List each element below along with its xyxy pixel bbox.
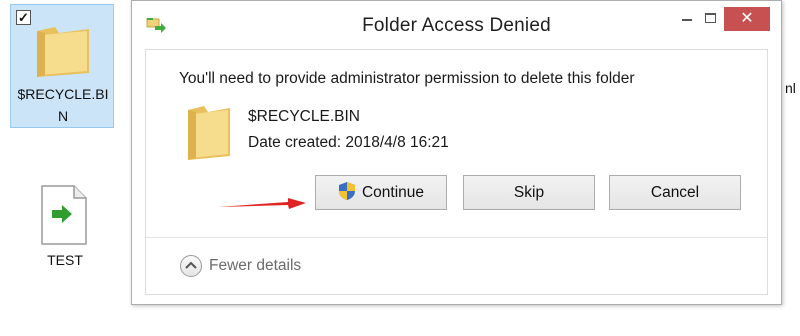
dialog-content: You'll need to provide administrator per… (145, 49, 768, 295)
file-icon (41, 185, 87, 245)
partial-desktop-label: nl (785, 80, 796, 96)
minimize-icon (682, 19, 692, 21)
close-button[interactable]: ✕ (724, 7, 770, 31)
minimize-button[interactable] (672, 7, 702, 29)
desktop-item-label: TEST (47, 252, 83, 268)
maximize-icon (705, 13, 716, 23)
fewer-details-toggle[interactable]: Fewer details (180, 255, 301, 277)
continue-label: Continue (361, 184, 425, 201)
desktop-item-test[interactable]: TEST (22, 180, 108, 280)
dialog-titlebar[interactable]: Folder Access Denied ✕ (132, 1, 781, 49)
close-icon: ✕ (740, 10, 754, 27)
item-date-created: Date created: 2018/4/8 16:21 (248, 134, 449, 151)
arrow-icon (218, 198, 306, 209)
cancel-label: Cancel (650, 184, 700, 201)
folder-icon (37, 27, 89, 77)
desktop-item-label: $RECYCLE.BIN (17, 86, 109, 124)
cancel-button[interactable]: Cancel (609, 175, 741, 210)
folder-icon (188, 106, 230, 160)
checkbox-icon[interactable]: ✓ (16, 10, 31, 25)
item-name: $RECYCLE.BIN (248, 108, 360, 125)
fewer-details-label: Fewer details (209, 257, 302, 275)
chevron-up-icon (180, 255, 202, 277)
divider (146, 237, 767, 238)
maximize-button[interactable] (700, 7, 724, 29)
desktop-item-recycle-bin[interactable]: ✓ $RECYCLE.BIN (10, 4, 114, 128)
shield-icon (338, 182, 355, 201)
skip-button[interactable]: Skip (463, 175, 595, 210)
permission-message: You'll need to provide administrator per… (179, 70, 635, 87)
continue-button[interactable]: Continue (315, 175, 447, 210)
skip-label: Skip (513, 184, 545, 201)
folder-access-denied-dialog: Folder Access Denied ✕ You'll need to pr… (131, 0, 782, 305)
